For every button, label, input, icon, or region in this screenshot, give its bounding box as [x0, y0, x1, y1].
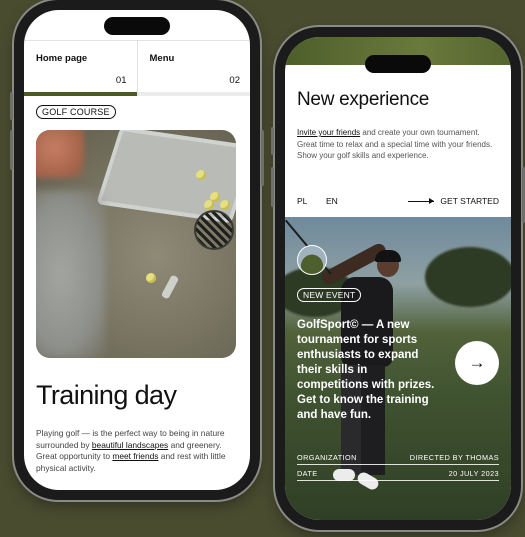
phone-side-button [261, 130, 264, 186]
golfer-cap-shape [375, 250, 401, 262]
language-option-pl[interactable]: PL [297, 196, 307, 206]
phone-side-button [10, 130, 13, 170]
club-head-shape [160, 274, 180, 300]
phone-side-button [10, 92, 13, 120]
right-screen: New experience Invite your friends and c… [285, 37, 511, 520]
nav-item-number: 01 [115, 75, 127, 86]
phone-side-button [271, 167, 274, 207]
golf-ball-shape [196, 170, 206, 180]
event-hero-photo: NEW EVENT GolfSport© — A new tournament … [285, 217, 511, 520]
dynamic-island [104, 17, 170, 35]
tree-shape [425, 247, 511, 307]
arrow-right-icon: → [468, 353, 486, 372]
left-phone-frame: Home page 01 Menu 02 GOLF COURSE Trainin… [10, 0, 264, 500]
golf-ball-shape [220, 200, 230, 210]
nav-item-menu[interactable]: Menu 02 [137, 41, 250, 96]
language-option-en[interactable]: EN [326, 196, 338, 206]
landscapes-link[interactable]: beautiful landscapes [92, 440, 168, 450]
intro-paragraph: Playing golf — is the perfect way to bei… [36, 428, 236, 474]
detail-value: 20 JULY 2023 [448, 469, 499, 478]
detail-row-date: DATE 20 JULY 2023 [297, 467, 499, 481]
right-phone-frame: New experience Invite your friends and c… [271, 27, 525, 530]
top-navigation: Home page 01 Menu 02 [24, 40, 250, 96]
detail-label: DATE [297, 469, 318, 478]
event-tag[interactable]: NEW EVENT [297, 288, 362, 302]
dynamic-island [365, 55, 431, 73]
nav-inactive-indicator [137, 92, 250, 96]
ball-basket-shape [194, 210, 234, 250]
next-button[interactable]: → [455, 341, 499, 385]
blurred-person-shape [36, 130, 84, 178]
nav-item-home[interactable]: Home page 01 [24, 41, 138, 96]
detail-label: ORGANIZATION [297, 453, 357, 462]
event-description: GolfSport© — A new tournament for sports… [297, 319, 435, 421]
golf-ball-shape [204, 200, 214, 210]
detail-row-organization: ORGANIZATION DIRECTED BY THOMAS [297, 451, 499, 465]
page-title: New experience [297, 89, 430, 110]
get-started-label: GET STARTED [440, 196, 499, 206]
nav-item-number: 02 [229, 75, 240, 86]
blurred-arm-shape [36, 190, 106, 358]
page-title: Training day [36, 380, 177, 410]
left-screen: Home page 01 Menu 02 GOLF COURSE Trainin… [24, 10, 250, 490]
category-tag[interactable]: GOLF COURSE [36, 105, 116, 119]
nav-active-indicator [24, 92, 137, 96]
meet-friends-link[interactable]: meet friends [112, 451, 158, 461]
intro-paragraph: Invite your friends and create your own … [297, 127, 497, 162]
phone-side-button [271, 127, 274, 155]
detail-value: DIRECTED BY THOMAS [409, 453, 499, 462]
arrow-right-icon [408, 197, 435, 204]
invite-friends-link[interactable]: Invite your friends [297, 128, 360, 137]
training-photo [36, 130, 236, 358]
nav-item-label: Home page [36, 53, 88, 64]
golf-ball-shape [146, 273, 156, 283]
get-started-button[interactable]: GET STARTED [408, 196, 499, 206]
nav-item-label: Menu [149, 53, 175, 64]
event-avatar[interactable] [297, 245, 327, 275]
